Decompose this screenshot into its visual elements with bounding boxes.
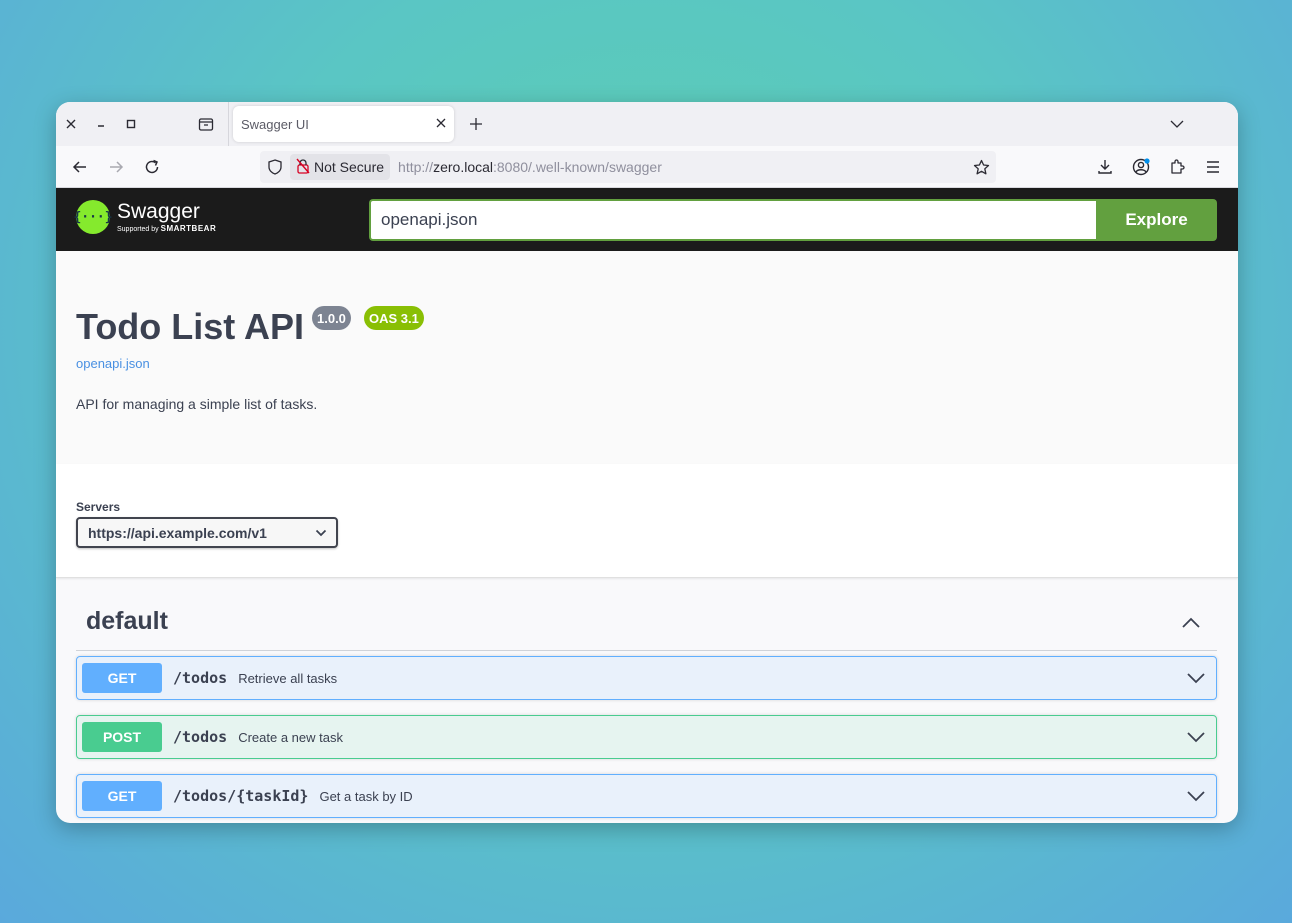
- tag-name: default: [86, 607, 168, 635]
- url-text[interactable]: http://zero.local:8080/.well-known/swagg…: [398, 159, 966, 175]
- chevron-down-icon[interactable]: [1176, 790, 1216, 802]
- explore-button[interactable]: Explore: [1096, 199, 1217, 241]
- account-icon[interactable]: [1126, 152, 1156, 182]
- not-secure-indicator[interactable]: Not Secure: [290, 154, 391, 180]
- minimize-icon[interactable]: [86, 102, 116, 146]
- navigation-bar: Not Secure http://zero.local:8080/.well-…: [56, 146, 1238, 188]
- back-arrow-icon[interactable]: [65, 152, 95, 182]
- insecure-lock-icon: [296, 158, 310, 177]
- method-badge: GET: [82, 663, 162, 693]
- swagger-logo-wordmark: Swagger: [117, 200, 200, 223]
- spec-url-input[interactable]: [369, 199, 1096, 241]
- chevron-down-icon[interactable]: [1176, 672, 1216, 684]
- operation-post-todos[interactable]: POST /todos Create a new task: [76, 715, 1217, 759]
- tag-section-default[interactable]: default: [76, 599, 1217, 651]
- api-info-section: Todo List API 1.0.0 OAS 3.1 openapi.json…: [56, 251, 1238, 464]
- api-description: API for managing a simple list of tasks.: [76, 396, 318, 412]
- chevron-up-icon[interactable]: [1179, 611, 1203, 635]
- tracking-protection-shield-icon[interactable]: [260, 151, 290, 183]
- operation-get-todos[interactable]: GET /todos Retrieve all tasks: [76, 656, 1217, 700]
- operation-path: /todos: [173, 728, 228, 746]
- servers-label: Servers: [76, 500, 121, 514]
- browser-window: Swagger UI Not Secure http://zero.local:…: [56, 102, 1238, 823]
- close-icon[interactable]: [56, 102, 86, 146]
- download-icon[interactable]: [1090, 152, 1120, 182]
- method-badge: GET: [82, 781, 162, 811]
- operation-summary: Get a task by ID: [319, 788, 413, 804]
- swagger-topbar: {···} Swagger Supported by SMARTBEAR Exp…: [56, 188, 1238, 251]
- active-tab[interactable]: Swagger UI: [233, 106, 454, 142]
- method-badge: POST: [82, 722, 162, 752]
- smartbear-tagline: Supported by SMARTBEAR: [117, 224, 217, 233]
- url-path: :8080/.well-known/swagger: [493, 159, 662, 175]
- api-title: Todo List API: [76, 306, 304, 347]
- operation-summary: Create a new task: [238, 729, 343, 745]
- servers-section: Servers https://api.example.com/v1: [56, 464, 1238, 578]
- reload-icon[interactable]: [137, 152, 167, 182]
- version-badge: 1.0.0: [312, 306, 351, 330]
- url-bar[interactable]: Not Secure http://zero.local:8080/.well-…: [260, 151, 996, 183]
- oas-badge: OAS 3.1: [364, 306, 424, 330]
- operation-path: /todos/{taskId}: [173, 787, 309, 805]
- operation-path: /todos: [173, 669, 228, 687]
- tab-strip-divider: [228, 102, 229, 146]
- bookmark-star-icon[interactable]: [966, 159, 996, 176]
- swagger-logo-icon: {···}: [73, 200, 113, 234]
- url-scheme: http://: [398, 159, 434, 175]
- forward-arrow-icon[interactable]: [101, 152, 131, 182]
- extensions-icon[interactable]: [1162, 152, 1192, 182]
- operation-summary: Retrieve all tasks: [238, 670, 338, 686]
- tab-strip: Swagger UI: [56, 102, 1238, 146]
- chevron-down-icon[interactable]: [1176, 731, 1216, 743]
- server-select[interactable]: https://api.example.com/v1: [76, 517, 338, 548]
- tab-title: Swagger UI: [241, 116, 309, 132]
- spec-file-link[interactable]: openapi.json: [76, 356, 150, 371]
- server-selected-value: https://api.example.com/v1: [88, 524, 267, 541]
- tab-close-icon[interactable]: [428, 116, 454, 132]
- not-secure-label: Not Secure: [314, 159, 385, 175]
- swagger-logo[interactable]: {···} Swagger Supported by SMARTBEAR: [73, 200, 217, 234]
- new-tab-icon[interactable]: [462, 109, 490, 139]
- menu-icon[interactable]: [1198, 152, 1228, 182]
- chevron-down-icon: [306, 529, 336, 537]
- maximize-icon[interactable]: [116, 102, 146, 146]
- list-all-tabs-icon[interactable]: [1164, 109, 1190, 139]
- url-host: zero.local: [433, 159, 493, 175]
- tab-manager-icon[interactable]: [191, 102, 221, 146]
- operation-get-todo-by-id[interactable]: GET /todos/{taskId} Get a task by ID: [76, 774, 1217, 818]
